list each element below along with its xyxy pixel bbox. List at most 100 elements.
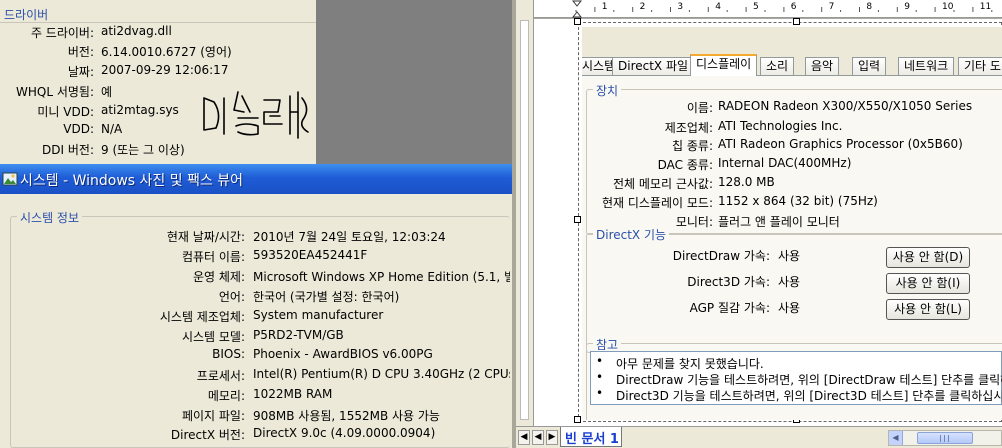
sysinfo-label: 프로세서:: [196, 369, 245, 383]
device-value: RADEON Radeon X300/X550/X1050 Series: [718, 99, 973, 113]
device-label: 칩 종류:: [672, 139, 713, 153]
sysinfo-label: 시스템 제조업체:: [159, 310, 245, 324]
ruler-number: 1: [601, 2, 608, 12]
tab-more[interactable]: 기타 도: [958, 57, 1002, 75]
driver-label: 날짜:: [67, 65, 94, 79]
driver-label: WHQL 서명됨:: [16, 85, 94, 99]
sysinfo-value: 한국어 (국가별 설정: 한국어): [253, 290, 400, 304]
feature-value: 사용: [778, 301, 801, 315]
device-value: ATI Technologies Inc.: [718, 119, 843, 133]
driver-value: N/A: [101, 122, 123, 136]
feature-value: 사용: [778, 275, 801, 289]
bottom-bar: ◀ ◀ ▶ 빈 문서 1 ◀: [516, 426, 1002, 448]
ruler-number: 10: [942, 2, 954, 12]
device-label: 제조업체:: [664, 121, 713, 135]
device-value: 128.0 MB: [718, 175, 775, 189]
driver-label: DDI 버전:: [42, 143, 94, 157]
first-sheet-icon[interactable]: ◀: [518, 430, 530, 445]
prev-sheet-icon[interactable]: ◀: [532, 430, 544, 445]
horizontal-scrollbar[interactable]: ◀: [888, 430, 1002, 446]
horizontal-ruler[interactable]: 1 2 3 4 5 6 7 8 9 10 11: [534, 0, 1002, 18]
sysinfo-value: 1022MB RAM: [253, 387, 333, 401]
indent-marker-icon[interactable]: [572, 0, 582, 18]
bullet: •: [596, 370, 604, 384]
ruler-number: 8: [866, 2, 873, 12]
tab-input[interactable]: 입력: [852, 57, 887, 75]
sysinfo-value: Intel(R) Pentium(R) D CPU 3.40GHz (2 CPU…: [253, 367, 510, 381]
sysinfo-label: 운영 체제:: [192, 270, 245, 284]
driver-label: 버전:: [67, 45, 94, 59]
driver-value: 9 (또는 그 이상): [101, 143, 185, 157]
device-value: ATI Radeon Graphics Processor (0x5B60): [718, 137, 963, 151]
sysinfo-value: System manufacturer: [253, 308, 384, 322]
resize-handle[interactable]: [574, 18, 581, 25]
title-bar[interactable]: 시스템 - Windows 사진 및 팩스 뷰어: [0, 164, 512, 194]
sysinfo-label: 페이지 파일:: [181, 409, 245, 423]
sysinfo-label: 언어:: [218, 290, 245, 304]
document-editor: 1 2 3 4 5 6 7 8 9 10 11 시스템 DirectX 파일 디스플레이 소리 음악…: [516, 0, 1002, 448]
device-label: 모니터:: [675, 215, 713, 229]
driver-label: 주 드라이버:: [30, 26, 94, 40]
handwriting-scribble: [203, 91, 309, 139]
group-title: 장치: [593, 82, 622, 99]
ruler-number: 4: [715, 2, 721, 12]
note-item: DirectDraw 기능을 테스트하려면, 위의 [DirectDraw 테스…: [616, 373, 1002, 387]
driver-panel-title: 드라이버: [4, 8, 49, 22]
sysinfo-label: 현재 날짜/시간:: [166, 230, 245, 244]
scroll-thumb[interactable]: [917, 432, 973, 444]
photo-viewer-window: 시스템 - Windows 사진 및 팩스 뷰어 시스템 정보 현재 날짜/시간…: [0, 164, 512, 448]
driver-value: 6.14.0010.6727 (영어): [101, 45, 232, 59]
sysinfo-label: DirectX 버전:: [170, 428, 245, 442]
feature-label: DirectDraw 가속:: [672, 249, 770, 263]
driver-value: 예: [101, 85, 113, 99]
ruler-number: 3: [677, 2, 684, 12]
note-item: Direct3D 기능을 테스트하려면, 위의 [Direct3D 테스트] 단…: [616, 389, 1002, 403]
divider: [0, 22, 316, 23]
device-label: 전체 메모리 근사값:: [613, 177, 713, 191]
desktop-backdrop: [316, 0, 512, 164]
sysinfo-value: 908MB 사용됨, 1552MB 사용 가능: [253, 409, 440, 423]
disable-directdraw-button[interactable]: 사용 안 함(D): [886, 247, 970, 268]
device-value: Internal DAC(400MHz): [718, 156, 852, 170]
driver-value: ati2mtag.sys: [101, 103, 179, 117]
sysinfo-value: 2010년 7월 24일 토요일, 12:03:24: [253, 230, 446, 244]
sysinfo-value: Microsoft Windows XP Home Edition (5.1, …: [253, 270, 510, 284]
tab-display[interactable]: 디스플레이: [690, 54, 758, 76]
resize-handle[interactable]: [574, 416, 581, 423]
vertical-ruler[interactable]: [516, 0, 534, 426]
ruler-number: 7: [828, 2, 835, 12]
sysinfo-label: 시스템 모델:: [181, 330, 245, 344]
driver-panel: 드라이버 주 드라이버: ati2dvag.dll 버전: 6.14.0010.…: [0, 0, 316, 164]
driver-value: ati2dvag.dll: [101, 24, 172, 38]
feature-label: Direct3D 가속:: [687, 275, 770, 289]
disable-direct3d-button[interactable]: 사용 안 함(I): [886, 273, 970, 294]
tab-music[interactable]: 음악: [805, 57, 840, 75]
device-value: 1152 x 864 (32 bit) (75Hz): [718, 194, 878, 208]
sysinfo-value: DirectX 9.0c (4.09.0000.0904): [253, 426, 436, 440]
sysinfo-value: Phoenix - AwardBIOS v6.00PG: [253, 347, 433, 361]
group-title: 시스템 정보: [17, 209, 83, 226]
tab-directx-files[interactable]: DirectX 파일: [612, 57, 695, 75]
device-value: 플러그 앤 플레이 모니터: [718, 215, 840, 229]
sheet-tab[interactable]: 빈 문서 1: [560, 427, 622, 447]
driver-label: VDD:: [63, 122, 94, 136]
next-sheet-icon[interactable]: ▶: [546, 430, 558, 445]
vertical-ruler-track: [520, 20, 529, 420]
ruler-number: 9: [904, 2, 910, 12]
sheet-tab-label: 빈 문서 1: [565, 432, 619, 447]
tab-sound[interactable]: 소리: [760, 57, 795, 75]
driver-value: 2007-09-29 12:06:17: [101, 63, 229, 77]
resize-handle[interactable]: [574, 216, 581, 223]
group-title: DirectX 기능: [593, 226, 670, 243]
scroll-left-icon[interactable]: ◀: [889, 431, 903, 445]
disable-agp-button[interactable]: 사용 안 함(L): [886, 299, 970, 320]
resize-handle[interactable]: [793, 18, 800, 25]
sysinfo-value: P5RD2-TVM/GB: [253, 328, 344, 342]
device-label: DAC 종류:: [657, 158, 713, 172]
dxdiag-image: 시스템 DirectX 파일 디스플레이 소리 음악 입력 네트워크 기타 도 …: [582, 27, 1002, 420]
tab-network[interactable]: 네트워크: [898, 57, 955, 75]
window-title: 시스템 - Windows 사진 및 팩스 뷰어: [20, 173, 244, 189]
app-icon: [2, 172, 18, 186]
bullet: •: [596, 386, 604, 400]
device-label: 이름:: [686, 101, 713, 115]
